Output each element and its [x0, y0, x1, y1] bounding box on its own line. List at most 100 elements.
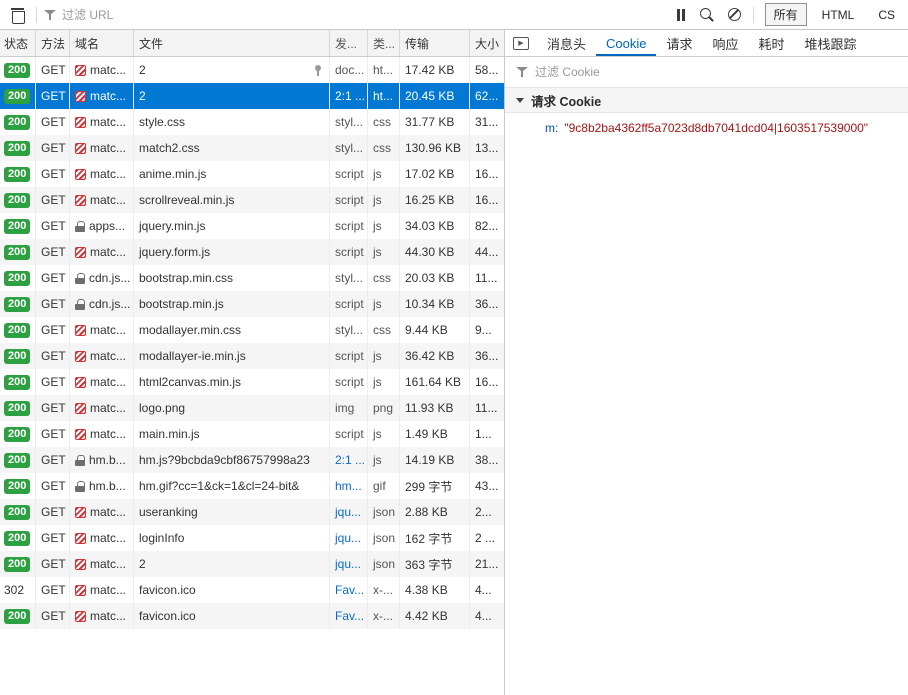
domain-cell: cdn.js... [70, 291, 134, 317]
type-cell: js [368, 213, 400, 239]
status-badge: 200 [4, 88, 31, 104]
column-header-initiator[interactable]: 发... [330, 30, 368, 56]
status-cell: 200 [0, 187, 36, 213]
table-row[interactable]: 200 GET matc... modallayer-ie.min.js script j… [0, 343, 504, 369]
initiator-cell[interactable]: Fav... [330, 577, 368, 603]
tab-stack-trace[interactable]: 堆栈跟踪 [795, 30, 867, 56]
blocked-tracker-icon [75, 90, 86, 102]
type-filter-all[interactable]: 所有 [764, 3, 807, 26]
type-filter-html[interactable]: HTML [813, 5, 864, 25]
table-row[interactable]: 200 GET matc... anime.min.js script js 17.02 K… [0, 161, 504, 187]
network-request-list: 200 GET matc... 2 doc... ht... 17.42 KB 58... 20… [0, 57, 504, 695]
table-row[interactable]: 200 GET cdn.js... bootstrap.min.js script js 1… [0, 291, 504, 317]
column-header-type[interactable]: 类... [368, 30, 400, 56]
table-row[interactable]: 200 GET cdn.js... bootstrap.min.css styl... c… [0, 265, 504, 291]
table-row[interactable]: 200 GET matc... logo.png img png 11.93 KB 11... [0, 395, 504, 421]
initiator-cell[interactable]: 2:1 ... [330, 83, 368, 109]
table-row[interactable]: 200 GET matc... useranking jqu... json 2.88 KB… [0, 499, 504, 525]
initiator-cell[interactable]: 2:1 ... [330, 447, 368, 473]
request-cookies-section-header[interactable]: 请求 Cookie [505, 87, 908, 113]
method-cell: GET [36, 499, 70, 525]
request-details-panel: 消息头Cookie请求响应耗时堆栈跟踪 请求 Cookie m: "9c8b2ba… [505, 30, 908, 695]
method-cell: GET [36, 291, 70, 317]
file-cell: hm.js?9bcbda9cbf86757998a23 [134, 447, 330, 473]
table-row[interactable]: 200 GET matc... match2.css styl... css 130.96 … [0, 135, 504, 161]
initiator-cell: script [330, 343, 368, 369]
blocked-tracker-icon [75, 142, 86, 154]
pause-recording-button[interactable] [669, 5, 693, 25]
file-name: html2canvas.min.js [139, 375, 242, 389]
type-cell: ht... [368, 57, 400, 83]
file-cell: bootstrap.min.css [134, 265, 330, 291]
table-row[interactable]: 200 GET matc... modallayer.min.css styl... cs… [0, 317, 504, 343]
status-cell: 200 [0, 83, 36, 109]
size-cell: 31... [475, 115, 499, 129]
toolbar-left-group [4, 0, 172, 29]
initiator-cell: script [330, 291, 368, 317]
initiator-cell[interactable]: Fav... [330, 603, 368, 629]
url-filter-input[interactable] [62, 7, 172, 22]
column-header-method[interactable]: 方法 [36, 30, 70, 56]
tab-request[interactable]: 请求 [656, 30, 702, 56]
transferred-cell: 17.02 KB [400, 161, 470, 187]
table-header-row: 状态 方法 域名 文件 发... 类... 传输 大小 [0, 30, 504, 57]
size-cell: 2 ... [475, 531, 496, 545]
tab-preview[interactable] [505, 30, 537, 56]
table-row[interactable]: 200 GET matc... 2 doc... ht... 17.42 KB 58... [0, 57, 504, 83]
table-row[interactable]: 200 GET matc... main.min.js script js 1.49 KB 1… [0, 421, 504, 447]
tab-timing[interactable]: 耗时 [749, 30, 795, 56]
table-row[interactable]: 200 GET apps... jquery.min.js script js 34.03 … [0, 213, 504, 239]
tab-response[interactable]: 响应 [703, 30, 749, 56]
type-filter-css[interactable]: CS [869, 5, 904, 25]
method-cell: GET [36, 83, 70, 109]
column-header-transferred[interactable]: 传输 [400, 30, 470, 56]
initiator-cell[interactable]: jqu... [330, 499, 368, 525]
initiator-cell: img [330, 395, 368, 421]
tab-cookie[interactable]: Cookie [596, 30, 656, 56]
table-row[interactable]: 200 GET matc... loginInfo jqu... json 162 字节 2 … [0, 525, 504, 551]
column-header-file[interactable]: 文件 [134, 30, 330, 56]
blocked-tracker-icon [75, 194, 86, 206]
column-header-status[interactable]: 状态 [0, 30, 36, 56]
clear-requests-button[interactable] [4, 4, 31, 26]
type-cell: js [368, 291, 400, 317]
domain-cell: matc... [70, 577, 134, 603]
table-row[interactable]: 200 GET matc... scrollreveal.min.js script js… [0, 187, 504, 213]
status-badge: 200 [4, 270, 31, 286]
status-badge: 200 [4, 218, 31, 234]
type-cell: x-... [368, 603, 400, 629]
initiator-cell[interactable]: jqu... [330, 525, 368, 551]
play-box-icon [513, 36, 529, 50]
table-row[interactable]: 200 GET matc... 2 2:1 ... ht... 20.45 KB 62... [0, 83, 504, 109]
table-row[interactable]: 200 GET matc... jquery.form.js script js 44.30… [0, 239, 504, 265]
table-row[interactable]: 200 GET matc... 2 jqu... json 363 字节 21... [0, 551, 504, 577]
tab-headers[interactable]: 消息头 [537, 30, 596, 56]
table-row[interactable]: 200 GET hm.b... hm.gif?cc=1&ck=1&cl=24-bit&… [0, 473, 504, 499]
column-header-size[interactable]: 大小 [470, 30, 505, 56]
initiator-cell[interactable]: jqu... [330, 551, 368, 577]
table-row[interactable]: 200 GET hm.b... hm.js?9bcbda9cbf86757998a23… [0, 447, 504, 473]
type-cell: json [368, 551, 400, 577]
status-cell: 200 [0, 135, 36, 161]
domain-text: cdn.js... [89, 271, 131, 285]
transferred-cell: 31.77 KB [400, 109, 470, 135]
method-cell: GET [36, 239, 70, 265]
block-requests-button[interactable] [721, 4, 748, 25]
table-row[interactable]: 200 GET matc... html2canvas.min.js script js 1… [0, 369, 504, 395]
column-header-domain[interactable]: 域名 [70, 30, 134, 56]
method-cell: GET [36, 447, 70, 473]
table-row[interactable]: 200 GET matc... style.css styl... css 31.77 KB… [0, 109, 504, 135]
status-badge: 200 [4, 530, 31, 546]
blocked-tracker-icon [75, 64, 86, 76]
search-button[interactable] [693, 4, 721, 26]
table-row[interactable]: 200 GET matc... favicon.ico Fav... x-... 4.42 … [0, 603, 504, 629]
devtools-network-panel: 所有 HTMLCS 状态方法域名文件发...类...传输大小 200 GET matc… [0, 0, 908, 695]
cookie-filter-input[interactable] [535, 65, 675, 79]
type-cell: js [368, 187, 400, 213]
initiator-cell: script [330, 369, 368, 395]
table-row[interactable]: 302 GET matc... favicon.ico Fav... x-... 4.38 … [0, 577, 504, 603]
status-badge: 200 [4, 608, 31, 624]
initiator-cell[interactable]: hm... [330, 473, 368, 499]
type-cell: js [368, 447, 400, 473]
blocked-tracker-icon [75, 350, 86, 362]
